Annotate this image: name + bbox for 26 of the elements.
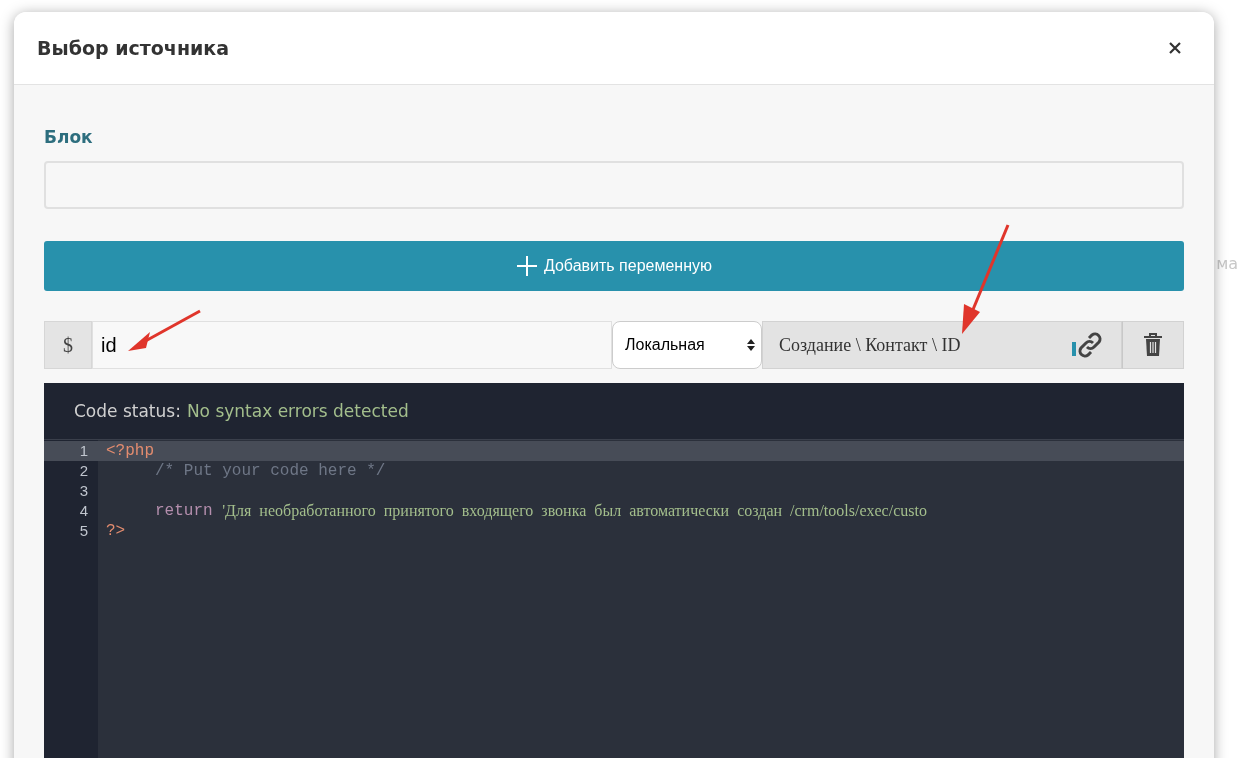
php-tag: <?php — [106, 441, 154, 461]
source-field[interactable]: Создание \ Контакт \ ID — [762, 321, 1122, 369]
updown-caret-icon — [747, 338, 755, 352]
code-editor[interactable]: Code status: No syntax errors detected 1 2 3 4 5 <?php /* Put your code here */ return 'Для необработанного принятого входящего звонка был автоматически создан /crm/tools/exec/custo ?> — [44, 383, 1184, 758]
php-tag: ?> — [106, 521, 126, 541]
block-label: Блок — [44, 127, 94, 147]
line-number: 2 — [78, 461, 89, 481]
plus-icon — [515, 255, 538, 277]
code-comment: /* Put your code here */ — [155, 461, 386, 481]
trash-icon — [1143, 333, 1163, 357]
status-label: Code status: — [74, 401, 181, 421]
delete-button[interactable] — [1122, 321, 1184, 369]
dialog-title: Выбор источника — [37, 37, 230, 59]
scope-select[interactable]: Локальная — [612, 321, 762, 369]
dollar-prefix: $ — [44, 321, 92, 369]
line-number: 4 — [78, 501, 89, 521]
line-number: 5 — [78, 521, 89, 541]
status-message: No syntax errors detected — [186, 401, 409, 421]
add-variable-button[interactable]: Добавить переменную — [44, 241, 1184, 291]
line-number: 1 — [44, 441, 98, 461]
close-icon — [1168, 41, 1182, 55]
line-number: 3 — [78, 481, 89, 501]
variable-name-field[interactable]: id — [92, 321, 612, 369]
code-string: 'Для необработанного принятого входящего звонка был автоматически создан /crm/tools/exec/custo — [222, 501, 927, 521]
code-keyword: return — [155, 501, 213, 521]
source-path: Создание \ Контакт \ ID — [779, 334, 961, 356]
